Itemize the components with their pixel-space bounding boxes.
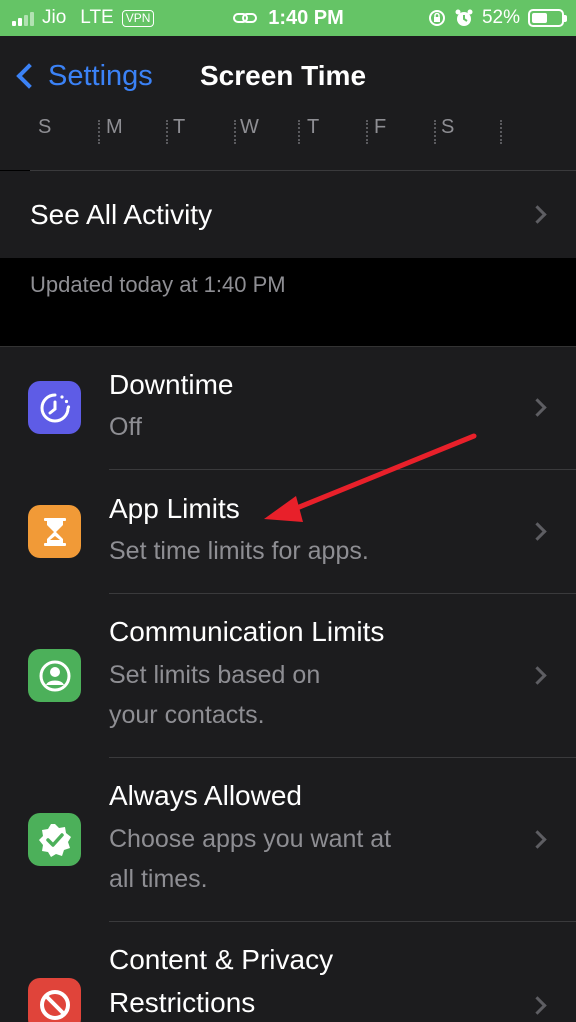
status-bar: Jio LTE VPN 1:40 PM 52% — [0, 0, 576, 36]
row-subtitle: Choose apps you want at — [109, 825, 392, 853]
hourglass-icon — [28, 505, 81, 558]
row-title: App Limits — [109, 493, 240, 524]
list-item-content-privacy-restrictions[interactable]: Content & Privacy Restrictions — [0, 922, 576, 1022]
list-item-app-limits[interactable]: App Limits Set time limits for apps. — [0, 470, 576, 594]
downtime-icon — [28, 381, 81, 434]
navigation-bar: Settings Screen Time — [0, 36, 576, 116]
day-label: S — [441, 116, 455, 138]
back-label: Settings — [48, 59, 153, 92]
chevron-right-icon — [528, 666, 547, 685]
row-title: Restrictions — [109, 987, 256, 1018]
signal-icon — [12, 10, 34, 26]
screen-time-options-list: Downtime Off App Limits Set time limits … — [0, 346, 576, 1022]
chevron-left-icon — [16, 63, 42, 89]
row-title: Downtime — [109, 369, 234, 400]
page-title: Screen Time — [200, 60, 367, 91]
day-label: S — [38, 116, 52, 138]
checkmark-badge-icon — [28, 813, 81, 866]
day-label: M — [106, 116, 123, 138]
row-subtitle: all times. — [109, 865, 208, 893]
row-subtitle: your contacts. — [109, 701, 265, 729]
status-right: 52% — [428, 7, 567, 29]
row-subtitle: Off — [109, 413, 142, 441]
row-title: Communication Limits — [109, 616, 385, 647]
gridline — [166, 120, 168, 144]
row-subtitle: Set time limits for apps. — [109, 537, 369, 565]
battery-fill — [532, 13, 547, 23]
orientation-lock-icon — [428, 10, 445, 26]
week-chart-axis: S M T W T F S — [0, 116, 576, 170]
chevron-right-icon — [528, 830, 547, 849]
chevron-right-icon — [528, 205, 547, 224]
chevron-right-icon — [528, 996, 547, 1015]
battery-percent: 52% — [481, 7, 520, 28]
battery-icon — [528, 9, 567, 27]
day-label: T — [173, 116, 186, 138]
hotspot-link-icon — [233, 13, 258, 23]
gridline — [234, 120, 236, 144]
updated-timestamp: Updated today at 1:40 PM — [30, 272, 286, 297]
list-item-communication-limits[interactable]: Communication Limits Set limits based on… — [0, 594, 576, 758]
chevron-right-icon — [528, 398, 547, 417]
chevron-right-icon — [528, 522, 547, 541]
gridline — [366, 120, 368, 144]
restricted-icon — [28, 978, 81, 1022]
day-label: T — [307, 116, 320, 138]
back-button[interactable]: Settings — [0, 60, 153, 93]
day-label: F — [374, 116, 387, 138]
vpn-badge: VPN — [121, 9, 155, 27]
gridline — [434, 120, 436, 144]
gridline — [500, 120, 502, 144]
carrier-label: Jio — [42, 7, 67, 28]
clock: 1:40 PM — [268, 6, 344, 29]
list-item-downtime[interactable]: Downtime Off — [0, 347, 576, 470]
day-label: W — [240, 116, 259, 138]
status-left: Jio LTE VPN — [12, 7, 155, 29]
person-circle-icon — [28, 649, 81, 702]
row-subtitle: Set limits based on — [109, 661, 321, 689]
row-title: Always Allowed — [109, 780, 302, 811]
network-label: LTE — [80, 7, 114, 28]
alarm-icon — [455, 9, 473, 26]
row-title: Content & Privacy — [109, 944, 334, 975]
gridline — [98, 120, 100, 144]
gridline — [298, 120, 300, 144]
list-item-always-allowed[interactable]: Always Allowed Choose apps you want at a… — [0, 758, 576, 922]
see-all-activity-label: See All Activity — [30, 198, 213, 230]
see-all-activity-row[interactable]: See All Activity — [0, 171, 576, 258]
